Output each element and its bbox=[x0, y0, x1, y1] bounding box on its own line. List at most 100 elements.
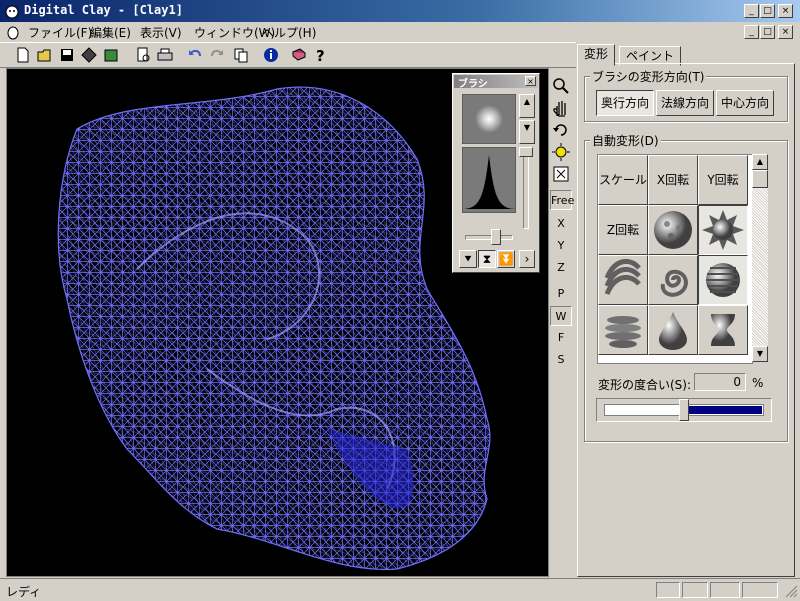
new-file-icon[interactable] bbox=[14, 46, 32, 64]
menu-help[interactable]: ヘルプ(H) bbox=[262, 24, 316, 41]
svg-text:?: ? bbox=[316, 47, 325, 64]
deform-drop-cell[interactable] bbox=[648, 305, 698, 355]
deform-twist-cell[interactable] bbox=[598, 255, 648, 305]
auto-deform-scrollbar[interactable]: ▲ ▼ bbox=[752, 154, 768, 362]
save-icon[interactable] bbox=[58, 46, 76, 64]
copy-icon[interactable] bbox=[232, 46, 250, 64]
deform-pinch-cell[interactable] bbox=[698, 305, 748, 355]
print-icon[interactable] bbox=[156, 46, 174, 64]
app-icon bbox=[5, 5, 19, 19]
degree-label: 変形の度合い(S): bbox=[598, 378, 692, 392]
brush-palette: ブラシ × ▲ ▼ ⯆ ⧗ ⏬ › bbox=[452, 73, 540, 273]
view-x-button[interactable]: X bbox=[550, 214, 572, 234]
close-button[interactable]: × bbox=[778, 4, 793, 18]
brush-direction-label: ブラシの変形方向(T) bbox=[590, 68, 707, 85]
degree-slider-fill bbox=[689, 406, 762, 414]
view-y-button[interactable]: Y bbox=[550, 236, 572, 256]
hourglass-shape-icon bbox=[711, 314, 735, 346]
brush-mode-pull-button[interactable]: ⏬ bbox=[497, 250, 515, 268]
deform-panel: 変形 ペイント ブラシの変形方向(T) 奥行方向 法線方向 中心方向 自動変形(… bbox=[577, 44, 795, 577]
view-free-button[interactable]: Free bbox=[550, 190, 574, 210]
undo-icon[interactable] bbox=[186, 46, 204, 64]
mdi-restore-button[interactable]: □ bbox=[760, 25, 775, 39]
menu-edit[interactable]: 編集(E) bbox=[90, 24, 131, 41]
toolbar: ? bbox=[0, 42, 576, 68]
brush-prev-button[interactable]: ▲ bbox=[519, 94, 535, 118]
brush-mode-pinch-button[interactable]: ⧗ bbox=[478, 250, 496, 268]
menu-bar: ファイル(F) 編集(E) 表示(V) ウィンドウ(W) ヘルプ(H) _ □ … bbox=[0, 22, 800, 42]
double-arrow-icon: ⏬ bbox=[498, 252, 514, 266]
status-pane-1 bbox=[656, 582, 680, 598]
degree-value-field[interactable]: 0 bbox=[694, 373, 746, 391]
render-w-button[interactable]: W bbox=[550, 306, 572, 326]
deform-swirl-cell[interactable] bbox=[648, 255, 698, 305]
degree-unit: % bbox=[752, 376, 764, 390]
brush-palette-close-button[interactable]: × bbox=[525, 76, 536, 86]
status-bar: レディ bbox=[0, 578, 800, 601]
status-pane-2 bbox=[682, 582, 708, 598]
tab-deform[interactable]: 変形 bbox=[577, 44, 616, 66]
menu-view[interactable]: 表示(V) bbox=[140, 24, 182, 41]
info-icon[interactable] bbox=[262, 46, 280, 64]
scroll-down-button[interactable]: ▼ bbox=[752, 346, 768, 362]
status-pane-3 bbox=[710, 582, 740, 598]
brush-strength-track[interactable] bbox=[523, 147, 529, 229]
brush-shape-preview[interactable] bbox=[462, 94, 516, 144]
deform-spiky-cell[interactable] bbox=[698, 205, 748, 255]
context-help-icon[interactable]: ? bbox=[312, 46, 330, 64]
deform-scale-cell[interactable]: スケール bbox=[598, 155, 648, 205]
pan-hand-icon[interactable] bbox=[550, 98, 572, 118]
view-z-button[interactable]: Z bbox=[550, 258, 572, 278]
deform-stack-cell[interactable] bbox=[598, 305, 648, 355]
direction-depth-button[interactable]: 奥行方向 bbox=[596, 90, 654, 116]
direction-center-button[interactable]: 中心方向 bbox=[716, 90, 774, 116]
degree-slider-thumb[interactable] bbox=[679, 399, 689, 421]
minimize-button[interactable]: _ bbox=[744, 4, 759, 18]
resize-grip-icon[interactable] bbox=[784, 584, 798, 598]
brush-palette-titlebar[interactable]: ブラシ × bbox=[454, 75, 538, 90]
deform-rings-cell[interactable] bbox=[698, 255, 748, 305]
deform-bumpy-cell[interactable] bbox=[648, 205, 698, 255]
render-s-button[interactable]: S bbox=[550, 350, 572, 370]
window-title: Digital Clay - [Clay1] bbox=[24, 3, 183, 17]
deform-x-rotate-cell[interactable]: X回転 bbox=[648, 155, 698, 205]
brush-falloff-curve[interactable] bbox=[462, 147, 516, 213]
light-icon[interactable] bbox=[550, 142, 572, 162]
brush-size-thumb[interactable] bbox=[491, 229, 501, 245]
mdi-close-button[interactable]: × bbox=[778, 25, 793, 39]
status-pane-4 bbox=[742, 582, 778, 598]
swirl-icon bbox=[660, 269, 688, 297]
brush-more-button[interactable]: › bbox=[519, 250, 535, 268]
scroll-up-button[interactable]: ▲ bbox=[752, 154, 768, 170]
drop-shape-icon bbox=[659, 312, 687, 350]
menu-file[interactable]: ファイル(F) bbox=[28, 24, 92, 41]
render-p-button[interactable]: P bbox=[550, 284, 572, 304]
brush-mode-push-button[interactable]: ⯆ bbox=[459, 250, 477, 268]
brush-strength-thumb[interactable] bbox=[519, 147, 533, 157]
import-icon[interactable] bbox=[80, 46, 98, 64]
direction-normal-button[interactable]: 法線方向 bbox=[656, 90, 714, 116]
ringed-sphere-icon bbox=[706, 263, 740, 297]
auto-deform-label: 自動変形(D) bbox=[590, 132, 661, 149]
rotate-icon[interactable] bbox=[550, 120, 572, 140]
fit-view-icon[interactable] bbox=[550, 164, 572, 184]
twist-icon bbox=[604, 259, 641, 296]
maximize-button[interactable]: □ bbox=[760, 4, 775, 18]
zoom-icon[interactable] bbox=[550, 76, 572, 96]
brush-size-track[interactable] bbox=[465, 235, 513, 240]
deform-y-rotate-cell[interactable]: Y回転 bbox=[698, 155, 748, 205]
render-f-button[interactable]: F bbox=[550, 328, 572, 348]
redo-icon[interactable] bbox=[208, 46, 226, 64]
stacked-disc-icon bbox=[605, 316, 641, 348]
chevron-right-icon: › bbox=[524, 252, 530, 266]
export-icon[interactable] bbox=[102, 46, 120, 64]
scroll-thumb[interactable] bbox=[752, 170, 768, 188]
help-book-icon[interactable] bbox=[290, 46, 308, 64]
open-folder-icon[interactable] bbox=[36, 46, 54, 64]
deform-z-rotate-cell[interactable]: Z回転 bbox=[598, 205, 648, 255]
brush-next-button[interactable]: ▼ bbox=[519, 120, 535, 144]
document-icon[interactable] bbox=[6, 24, 20, 40]
print-preview-icon[interactable] bbox=[134, 46, 152, 64]
panel-body: ブラシの変形方向(T) 奥行方向 法線方向 中心方向 自動変形(D) スケール … bbox=[577, 63, 795, 577]
mdi-minimize-button[interactable]: _ bbox=[744, 25, 759, 39]
